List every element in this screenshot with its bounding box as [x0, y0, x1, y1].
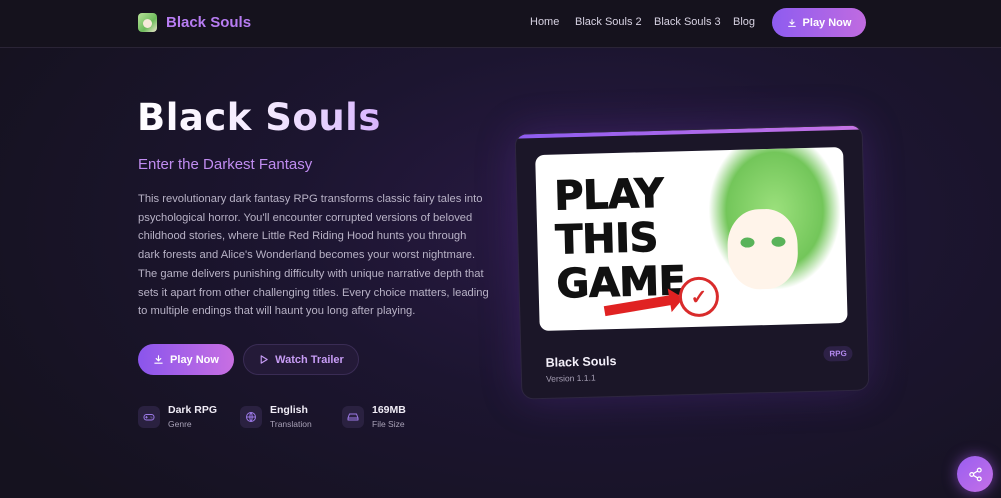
watch-trailer-button[interactable]: Watch Trailer: [243, 344, 359, 375]
nav-link-black-souls-2[interactable]: Black Souls 2: [575, 16, 642, 28]
meta-file-size: 169MB File Size: [342, 404, 406, 429]
nav-link-blog[interactable]: Blog: [733, 16, 755, 28]
site-logo[interactable]: Black Souls: [138, 13, 251, 32]
file-size-value: 169MB: [372, 404, 406, 416]
play-now-button[interactable]: Play Now: [138, 344, 234, 375]
translation-value: English: [270, 404, 308, 416]
logo-image: [138, 13, 157, 32]
hero-subtitle: Enter the Darkest Fantasy: [138, 156, 313, 173]
gamepad-icon: [138, 405, 160, 428]
nav-play-now-button[interactable]: Play Now: [772, 8, 866, 37]
share-icon: [968, 467, 982, 481]
nav-play-now-label: Play Now: [802, 16, 852, 29]
genre-label: Genre: [168, 419, 192, 429]
meta-translation: English Translation: [240, 404, 312, 429]
file-size-label: File Size: [372, 419, 405, 429]
hero-title: Black Souls: [137, 96, 381, 139]
play-now-label: Play Now: [170, 353, 219, 366]
download-icon: [787, 18, 796, 27]
nav-link-black-souls-3[interactable]: Black Souls 3: [654, 16, 721, 28]
character-face: [726, 208, 799, 291]
game-card[interactable]: PLAY THIS GAME ✓ Black Souls Version 1.1…: [514, 124, 870, 400]
nav-link-home[interactable]: Home: [530, 16, 559, 28]
play-icon: [260, 355, 268, 364]
card-title: Black Souls: [545, 354, 617, 370]
globe-icon: [240, 405, 262, 428]
cover-text: PLAY THIS GAME: [553, 170, 687, 308]
watch-trailer-label: Watch Trailer: [275, 353, 344, 366]
logo-text: Black Souls: [166, 14, 252, 31]
hard-drive-icon: [342, 405, 364, 428]
genre-value: Dark RPG: [168, 404, 218, 416]
download-icon: [154, 355, 163, 364]
share-button[interactable]: [957, 456, 993, 492]
game-cover-image: PLAY THIS GAME ✓: [535, 147, 848, 332]
top-navigation: Black Souls Home Black Souls 2 Black Sou…: [0, 0, 1001, 48]
card-version: Version 1.1.1: [545, 372, 596, 384]
hero-description: This revolutionary dark fantasy RPG tran…: [138, 193, 489, 318]
genre-badge: RPG: [823, 345, 853, 362]
translation-label: Translation: [270, 419, 312, 429]
card-accent-bar: [515, 125, 862, 139]
meta-genre: Dark RPG Genre: [138, 404, 217, 429]
